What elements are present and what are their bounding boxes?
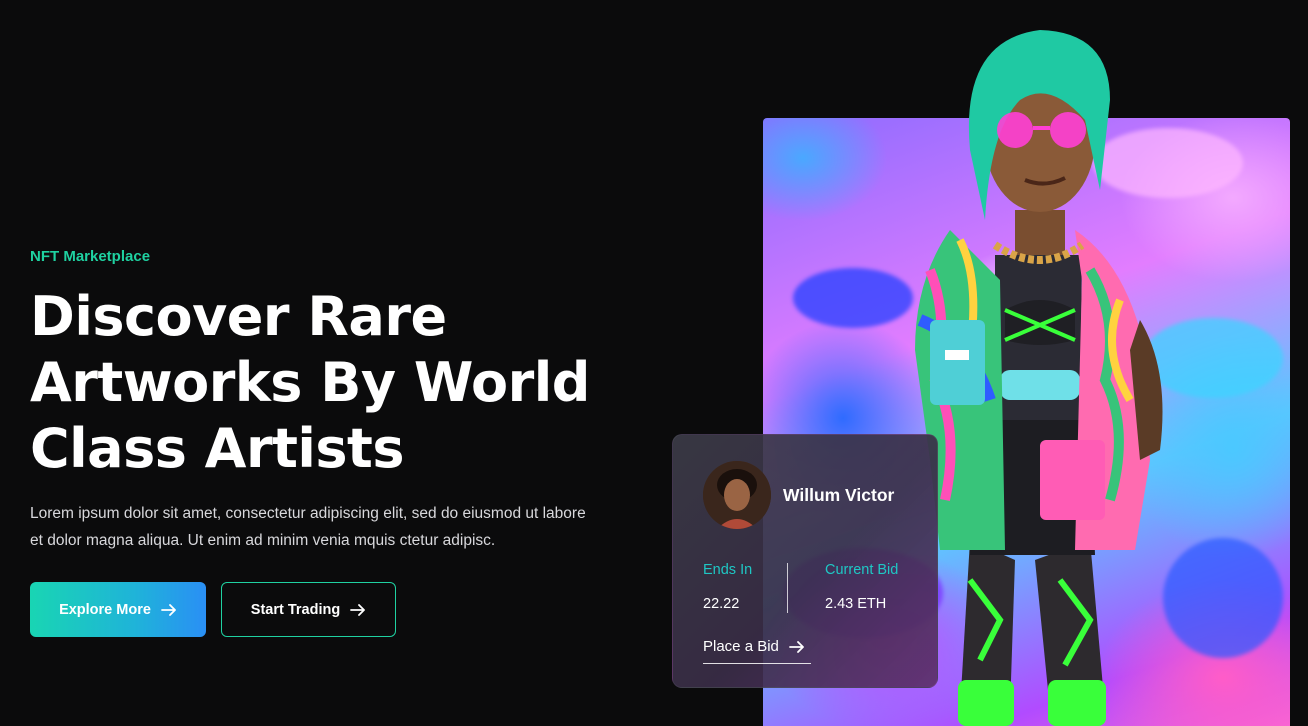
avatar-portrait-icon	[703, 461, 771, 529]
current-bid-value: 2.43 ETH	[825, 596, 887, 612]
creator-avatar	[703, 461, 771, 529]
ends-in-value: 22.22	[703, 596, 740, 612]
place-bid-label: Place a Bid	[703, 638, 779, 655]
arrow-right-icon	[788, 640, 804, 653]
start-trading-button[interactable]: Start Trading	[221, 582, 396, 637]
hero-page: NFT Marketplace Discover Rare Artworks B…	[0, 0, 1308, 726]
eyebrow-label: NFT Marketplace	[30, 248, 151, 265]
headline-line-1: Discover Rare	[30, 285, 447, 348]
explore-more-label: Explore More	[59, 601, 151, 618]
start-trading-label: Start Trading	[250, 601, 341, 618]
arrow-right-icon	[350, 603, 366, 616]
headline-line-3: Class Artists	[30, 417, 405, 480]
place-bid-link[interactable]: Place a Bid	[703, 638, 811, 664]
hero-description: Lorem ipsum dolor sit amet, consectetur …	[30, 500, 670, 554]
explore-more-button[interactable]: Explore More	[30, 582, 206, 637]
arrow-right-icon	[161, 603, 176, 616]
description-line-2: et dolor magna aliqua. Ut enim ad minim …	[30, 532, 496, 549]
headline-line-2: Artworks By World	[30, 351, 590, 414]
bid-card: Willum Victor Ends In 22.22 Current Bid …	[672, 434, 938, 688]
creator-name: Willum Victor	[783, 485, 895, 505]
hero-headline: Discover Rare Artworks By World Class Ar…	[30, 284, 650, 482]
stats-divider	[787, 563, 788, 613]
ends-in-label: Ends In	[703, 562, 753, 578]
current-bid-label: Current Bid	[825, 562, 899, 578]
description-line-1: Lorem ipsum dolor sit amet, consectetur …	[30, 505, 586, 522]
